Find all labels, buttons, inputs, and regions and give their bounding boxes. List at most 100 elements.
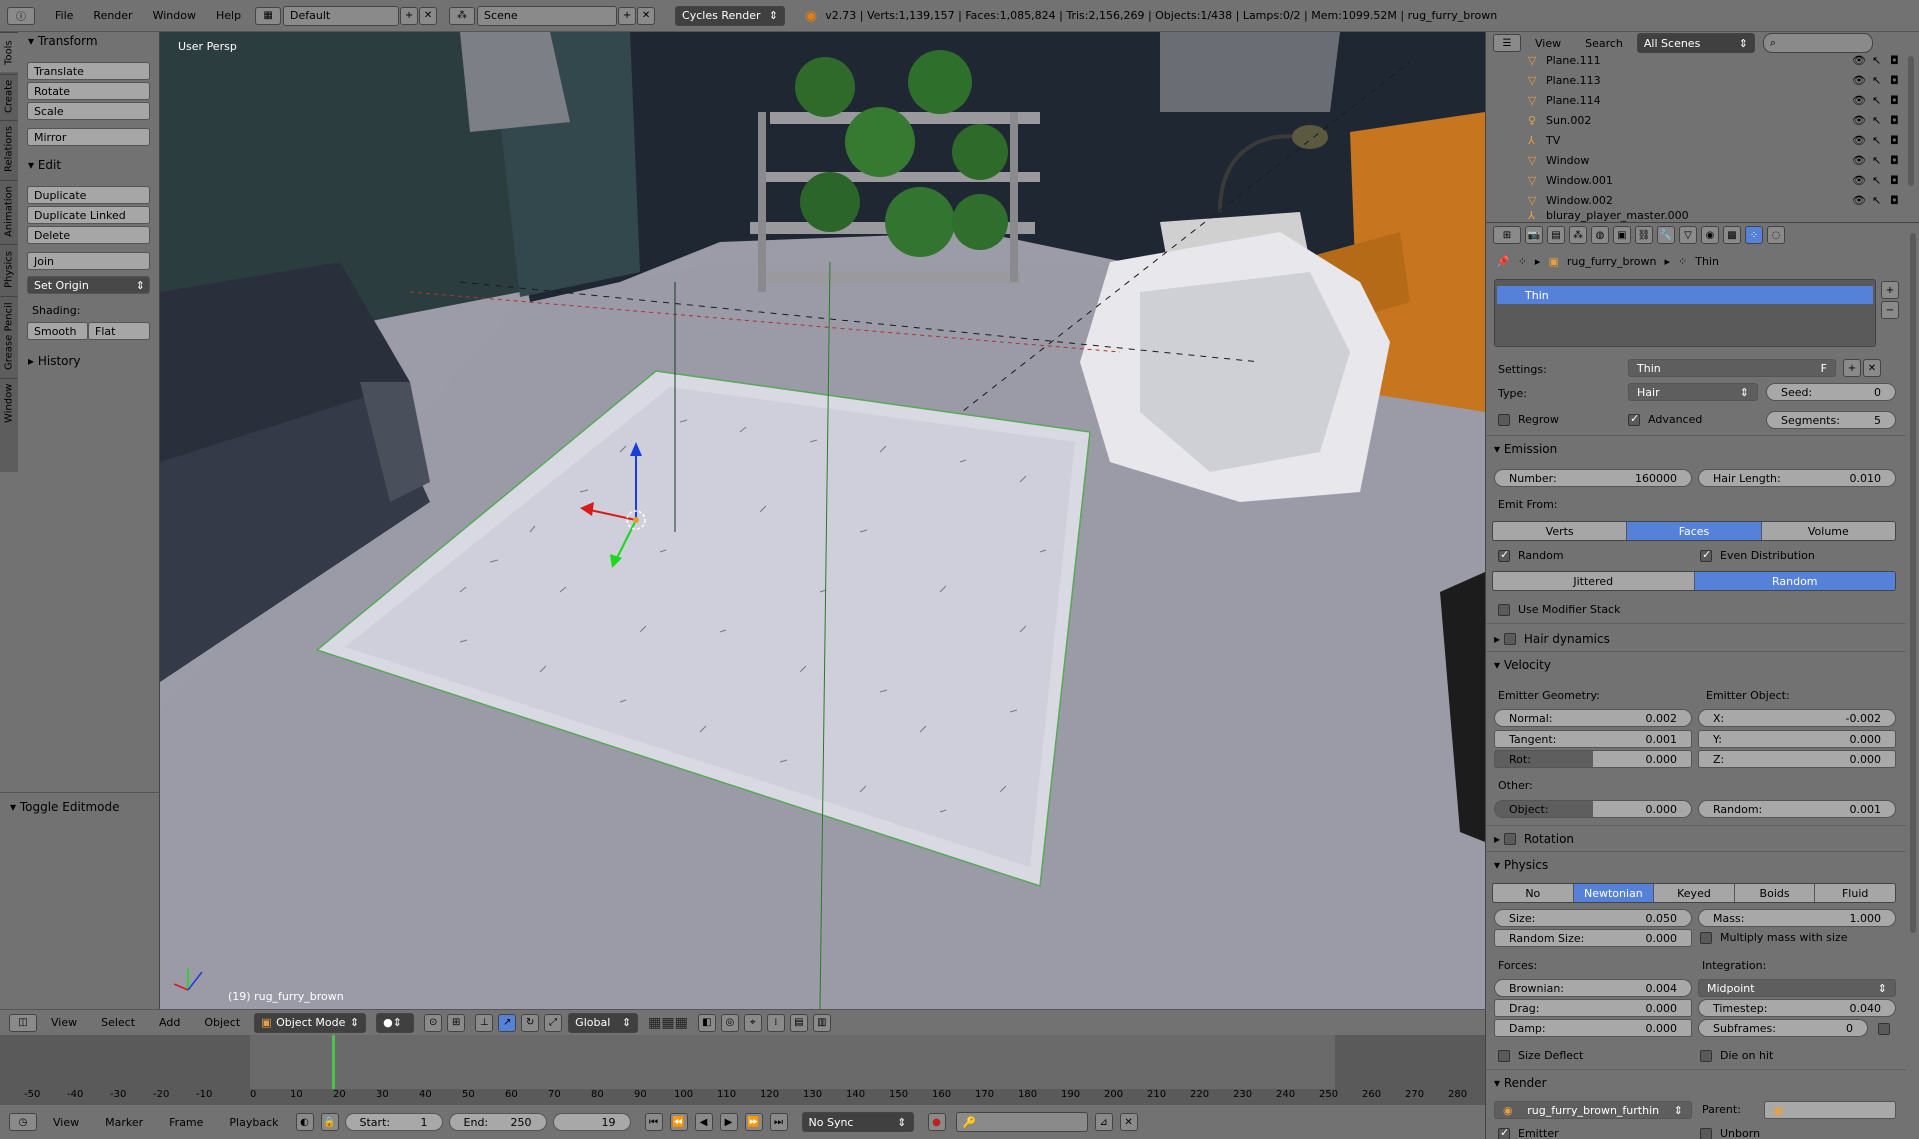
- cursor-icon[interactable]: ↖: [1872, 154, 1881, 167]
- rot-field[interactable]: Rot: 0.000: [1494, 750, 1692, 768]
- parent-field[interactable]: ▣: [1764, 1101, 1896, 1119]
- render-panel-header[interactable]: ▾ Render: [1494, 1073, 1547, 1093]
- emit-verts-option[interactable]: Verts: [1493, 522, 1628, 540]
- camera-icon[interactable]: ◘: [1890, 54, 1899, 67]
- even-distribution-checkbox[interactable]: Even Distribution: [1700, 548, 1815, 562]
- drag-field[interactable]: Drag: 0.000: [1494, 999, 1692, 1017]
- tangent-field[interactable]: Tangent: 0.001: [1494, 730, 1692, 748]
- eye-icon[interactable]: 👁: [1852, 114, 1866, 127]
- die-on-hit-checkbox[interactable]: Die on hit: [1700, 1049, 1773, 1062]
- snap-icon[interactable]: ⊞: [447, 1013, 466, 1032]
- rotate-manip-icon[interactable]: ↻: [521, 1013, 540, 1032]
- physics-type-selector[interactable]: No Newtonian Keyed Boids Fluid: [1492, 883, 1896, 903]
- render-preview-icon[interactable]: ▤: [789, 1013, 808, 1032]
- scene-tab-icon[interactable]: ⁂: [1569, 226, 1587, 244]
- outliner-row[interactable]: ▽ Window 👁 ↖ ◘: [1486, 150, 1906, 170]
- checkbox-icon[interactable]: [1503, 633, 1516, 645]
- render-material-select[interactable]: ◉ rug_furry_brown_furthin ⇕: [1494, 1101, 1692, 1119]
- eye-icon[interactable]: 👁: [1852, 74, 1866, 87]
- snap-target-icon[interactable]: ⁞: [766, 1013, 785, 1032]
- info-editor-icon[interactable]: ⓘ: [7, 6, 35, 25]
- physics-panel-header[interactable]: ▾ Physics: [1494, 855, 1548, 875]
- distribution-jittered-option[interactable]: Jittered: [1493, 572, 1695, 590]
- cursor-icon[interactable]: ↖: [1872, 134, 1881, 147]
- outliner-row[interactable]: ♀ Sun.002 👁 ↖ ◘: [1486, 110, 1906, 130]
- add-settings-icon[interactable]: +: [1843, 359, 1861, 377]
- end-frame-field[interactable]: End: 250: [448, 1113, 547, 1131]
- cursor-icon[interactable]: ↖: [1872, 174, 1881, 187]
- menu-view[interactable]: View: [1525, 37, 1571, 50]
- start-frame-field[interactable]: Start: 1: [344, 1113, 443, 1131]
- breadcrumb-object[interactable]: rug_furry_brown: [1567, 255, 1657, 268]
- segments-field[interactable]: Segments: 5: [1766, 411, 1896, 429]
- texture-tab-icon[interactable]: ▩: [1723, 226, 1741, 244]
- render-tab-icon[interactable]: 📷: [1525, 226, 1543, 244]
- screen-layout-field[interactable]: Default: [283, 5, 400, 26]
- number-field[interactable]: Number: 160000: [1494, 469, 1692, 487]
- x-field[interactable]: X: -0.002: [1698, 709, 1896, 727]
- modifiers-tab-icon[interactable]: 🔧: [1657, 226, 1675, 244]
- emitter-checkbox[interactable]: Emitter: [1498, 1126, 1559, 1139]
- keying-set-field[interactable]: 🔑: [955, 1112, 1088, 1132]
- random-velocity-field[interactable]: Random: 0.001: [1698, 800, 1896, 818]
- hair-length-field[interactable]: Hair Length: 0.010: [1698, 469, 1896, 487]
- integration-select[interactable]: Midpoint ⇕: [1698, 979, 1896, 997]
- delete-screen-icon[interactable]: ✕: [419, 6, 438, 25]
- cursor-icon[interactable]: ↖: [1872, 94, 1881, 107]
- menu-search[interactable]: Search: [1575, 37, 1633, 50]
- random-size-field[interactable]: Random Size: 0.000: [1494, 929, 1692, 947]
- add-slot-icon[interactable]: +: [1881, 281, 1899, 299]
- set-origin-select[interactable]: Set Origin ⇕: [27, 276, 150, 294]
- list-item[interactable]: Thin: [1497, 286, 1873, 304]
- object-velocity-field[interactable]: Object: 0.000: [1494, 800, 1692, 818]
- layers-icon[interactable]: ▦▦▦: [648, 1015, 688, 1031]
- mirror-button[interactable]: Mirror: [27, 128, 150, 146]
- lock-icon[interactable]: ◧: [697, 1013, 716, 1032]
- cursor-icon[interactable]: ↖: [1872, 54, 1881, 67]
- tab-grease-pencil[interactable]: Grease Pencil: [0, 296, 18, 376]
- tab-relations[interactable]: Relations: [0, 120, 18, 178]
- random-checkbox[interactable]: Random: [1498, 548, 1564, 562]
- multiply-mass-checkbox[interactable]: Multiply mass with size: [1700, 931, 1848, 944]
- remove-slot-icon[interactable]: −: [1881, 301, 1899, 319]
- camera-icon[interactable]: ◘: [1890, 74, 1899, 87]
- add-scene-icon[interactable]: +: [618, 6, 637, 25]
- play-reverse-icon[interactable]: ◀: [694, 1113, 713, 1131]
- join-button[interactable]: Join: [27, 252, 150, 270]
- snap-element-icon[interactable]: ⌖: [743, 1013, 762, 1032]
- outliner-row[interactable]: ⅄ bluray_player_master.000: [1486, 208, 1906, 222]
- distribution-random-option[interactable]: Random: [1694, 572, 1895, 590]
- outliner-row[interactable]: ▽ Window.002 👁 ↖ ◘: [1486, 190, 1906, 210]
- tab-window[interactable]: Window: [0, 378, 18, 428]
- record-icon[interactable]: ●: [927, 1113, 946, 1131]
- sync-select[interactable]: No Sync ⇕: [801, 1112, 914, 1132]
- outliner-row[interactable]: ⅄ TV 👁 ↖ ◘: [1486, 130, 1906, 150]
- menu-frame[interactable]: Frame: [159, 1116, 213, 1129]
- camera-icon[interactable]: ◘: [1890, 154, 1899, 167]
- brownian-field[interactable]: Brownian: 0.004: [1494, 979, 1692, 997]
- scale-button[interactable]: Scale: [27, 102, 150, 120]
- type-select[interactable]: Hair ⇕: [1628, 383, 1758, 401]
- outliner-row[interactable]: ▽ Plane.111 👁 ↖ ◘: [1486, 50, 1906, 70]
- orientation-select[interactable]: Global ⇕: [568, 1012, 639, 1033]
- delete-scene-icon[interactable]: ✕: [637, 6, 656, 25]
- edit-panel-header[interactable]: ▾ Edit: [28, 156, 61, 174]
- adaptive-subframes-checkbox[interactable]: [1878, 1023, 1890, 1035]
- particle-system-list[interactable]: Thin: [1494, 279, 1876, 347]
- outliner-row[interactable]: ▽ Window.001 👁 ↖ ◘: [1486, 170, 1906, 190]
- physics-no-option[interactable]: No: [1493, 884, 1574, 902]
- world-tab-icon[interactable]: ◍: [1591, 226, 1609, 244]
- timeline[interactable]: -50 -40 -30 -20 -10 0 10 20 30 40 50 60 …: [0, 1035, 1485, 1105]
- menu-file[interactable]: File: [45, 9, 83, 22]
- 3d-viewport[interactable]: User Persp (19) rug_furry_brown: [160, 32, 1485, 1009]
- tab-animation[interactable]: Animation: [0, 180, 18, 242]
- toggle-editmode-header[interactable]: ▾ Toggle Editmode: [10, 798, 120, 816]
- menu-help[interactable]: Help: [206, 9, 251, 22]
- mass-field[interactable]: Mass: 1.000: [1698, 909, 1896, 927]
- camera-icon[interactable]: ◘: [1890, 94, 1899, 107]
- camera-icon[interactable]: ◘: [1890, 134, 1899, 147]
- scene-icon[interactable]: ⁂: [449, 6, 476, 25]
- hair-dynamics-panel-header[interactable]: ▸ Hair dynamics: [1494, 629, 1610, 649]
- editor-type-icon[interactable]: ◷: [9, 1113, 37, 1131]
- scale-manip-icon[interactable]: ⤢: [544, 1013, 563, 1032]
